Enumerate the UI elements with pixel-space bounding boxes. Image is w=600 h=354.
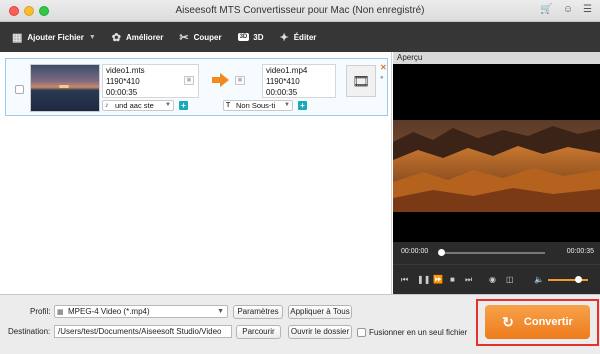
magic-wand-icon: ✦ (279, 31, 289, 44)
total-time: 00:00:35 (566, 248, 594, 255)
apply-all-button[interactable]: Appliquer à Tous (288, 305, 352, 319)
convert-icon: ↻ (502, 313, 514, 330)
chevron-down-icon[interactable]: ▼ (89, 34, 96, 41)
convert-button[interactable]: ↻ Convertir (485, 305, 590, 339)
close-icon[interactable]: ✕ (380, 63, 387, 72)
output-settings-icon[interactable]: ▣ (235, 76, 245, 85)
source-duration: 00:00:35 (106, 88, 138, 97)
merge-label: Fusionner en un seul fichier (369, 328, 468, 337)
snapshot-icon[interactable]: ◉ (489, 275, 496, 284)
source-settings-icon[interactable]: ▣ (184, 76, 194, 85)
video-thumbnail[interactable] (30, 64, 100, 112)
playback-controls: ⏮ ❚❚ ⏩ ■ ⏭ ◉ ◫ 🔈 (393, 264, 600, 294)
chevron-down-icon: ▼ (165, 102, 171, 108)
enhance-label: Améliorer (126, 32, 164, 42)
pause-icon[interactable]: ❚❚ (417, 275, 430, 284)
add-file-button[interactable]: ▦ Ajouter Fichier ▼ (12, 22, 96, 52)
volume-handle[interactable] (575, 276, 582, 283)
chevron-down-icon: ▼ (284, 102, 290, 108)
convert-label: Convertir (523, 316, 573, 328)
add-audio-button[interactable]: + (179, 101, 188, 110)
output-format-icon[interactable]: 🎞 (346, 65, 376, 97)
video-frame (393, 120, 600, 212)
cut-button[interactable]: ✂ Couper (179, 22, 221, 52)
output-duration: 00:00:35 (266, 88, 298, 97)
enhance-button[interactable]: ✿ Améliorer (112, 22, 164, 52)
stop-icon[interactable]: ■ (450, 275, 455, 284)
video-canvas[interactable] (393, 64, 600, 242)
output-filename: video1.mp4 (266, 66, 308, 75)
destination-label: Destination: (8, 327, 51, 336)
output-info: video1.mp4 1190*410 00:00:35 (262, 64, 336, 98)
user-icon[interactable]: ☺ (563, 4, 573, 15)
bottom-panel: Profil: ▦ MPEG-4 Video (*.mp4) ▼ Paramèt… (0, 294, 600, 354)
previous-icon[interactable]: ⏮ (401, 275, 408, 285)
menu-icon[interactable]: ☰ (583, 4, 592, 15)
palette-icon: ✿ (111, 31, 122, 44)
more-icon[interactable]: ● (380, 75, 384, 81)
volume-icon[interactable]: 🔈 (534, 275, 544, 284)
browse-button[interactable]: Parcourir (236, 325, 281, 339)
volume-slider[interactable] (548, 279, 588, 281)
destination-field[interactable]: /Users/test/Documents/Aiseesoft Studio/V… (54, 325, 232, 338)
film-add-icon: ▦ (12, 31, 23, 44)
3d-label: 3D (253, 32, 264, 42)
window-title: Aiseesoft MTS Convertisseur pour Mac (No… (175, 5, 425, 16)
merge-checkbox[interactable] (357, 328, 366, 337)
add-file-label: Ajouter Fichier (27, 32, 84, 42)
open-folder-button[interactable]: Ouvrir le dossier (288, 325, 352, 339)
profile-select[interactable]: ▦ MPEG-4 Video (*.mp4) ▼ (54, 305, 228, 318)
audio-track-value: und aac ste (115, 101, 154, 110)
seek-handle[interactable] (438, 249, 445, 256)
subtitle-value: Non Sous-ti (236, 101, 276, 110)
profile-value: MPEG-4 Video (*.mp4) (68, 307, 150, 316)
chevron-down-icon: ▼ (217, 308, 224, 315)
3d-icon: 3D (237, 33, 250, 41)
file-list: video1.mts 1190*410 00:00:35 ▣ ▣ video1.… (0, 52, 392, 294)
preview-label: Aperçu (393, 52, 600, 64)
title-bar: Aiseesoft MTS Convertisseur pour Mac (No… (0, 0, 600, 22)
output-resolution: 1190*410 (266, 77, 300, 86)
source-filename: video1.mts (106, 66, 145, 75)
audio-track-select[interactable]: ♪ und aac ste ▼ (102, 100, 174, 111)
file-checkbox[interactable] (15, 85, 24, 94)
convert-arrow-icon (212, 77, 220, 83)
folder-icon[interactable]: ◫ (506, 275, 514, 284)
edit-button[interactable]: ✦ Éditer (280, 22, 317, 52)
speaker-icon: ♪ (105, 102, 109, 109)
edit-label: Éditer (293, 32, 317, 42)
3d-button[interactable]: 3D 3D (237, 22, 264, 52)
file-row[interactable]: video1.mts 1190*410 00:00:35 ▣ ▣ video1.… (5, 58, 388, 116)
text-icon: T (226, 102, 231, 109)
scissors-icon: ✂ (179, 31, 189, 44)
main-toolbar: ▦ Ajouter Fichier ▼ ✿ Améliorer ✂ Couper… (0, 22, 600, 52)
profile-label: Profil: (30, 307, 51, 316)
add-subtitle-button[interactable]: + (298, 101, 307, 110)
seek-track[interactable] (441, 252, 545, 254)
current-time: 00:00:00 (401, 248, 429, 255)
cut-label: Couper (193, 32, 222, 42)
seek-bar: 00:00:00 00:00:35 (393, 242, 600, 264)
preview-panel: Aperçu 00:00:00 00:00:35 ⏮ ❚❚ ⏩ ■ ⏭ ◉ ◫ … (393, 52, 600, 294)
fast-forward-icon[interactable]: ⏩ (433, 275, 443, 284)
next-icon[interactable]: ⏭ (465, 275, 472, 285)
cart-icon[interactable]: 🛒 (540, 4, 552, 15)
subtitle-select[interactable]: T Non Sous-ti ▼ (223, 100, 293, 111)
film-icon: ▦ (57, 309, 64, 316)
settings-button[interactable]: Paramètres (233, 305, 283, 319)
